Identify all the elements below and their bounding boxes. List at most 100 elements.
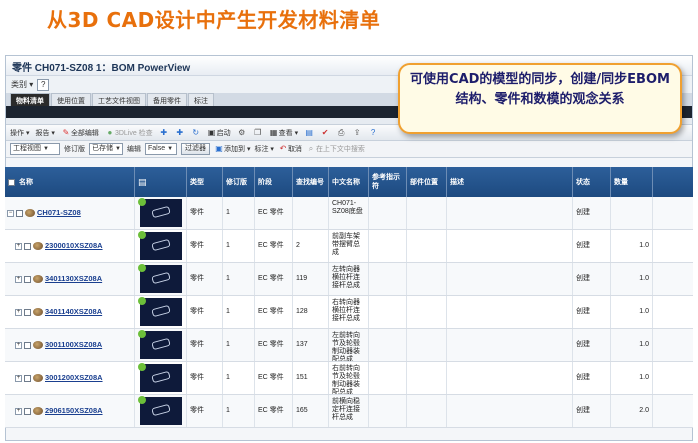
edit-select[interactable]: False ▼ <box>145 143 177 155</box>
chevron-down-icon: ▼ <box>167 146 174 152</box>
expand-icon[interactable]: + <box>15 341 22 349</box>
edit-all-button[interactable]: ✎ 全部编辑 <box>61 128 99 138</box>
col-thumb: ▤ <box>135 167 187 197</box>
slide-title: 从3D CAD设计中产生开发材料清单 <box>47 8 381 32</box>
part-icon <box>33 407 43 415</box>
mark-button[interactable]: 标注 ▾ <box>254 144 273 154</box>
cell-ref <box>369 296 407 328</box>
cell-location <box>407 230 447 262</box>
check-icon[interactable]: ✔ <box>320 128 330 138</box>
print-icon[interactable]: ⎙ <box>336 128 346 138</box>
cell-qty: 1.0 <box>611 362 653 394</box>
category-menu[interactable]: 类别 ▾ <box>11 79 33 90</box>
help-icon[interactable]: ? <box>37 78 50 91</box>
cell-version: 1 <box>223 296 255 328</box>
col-name[interactable]: 名称 <box>5 167 135 197</box>
cell-cn-name: 左转向器横拉杆连接杆总成 <box>329 263 369 295</box>
col-seq[interactable]: 查找编号 <box>293 167 329 197</box>
table-row[interactable]: + 2906150XSZ08A 零件 1 EC 零件 165 前横向稳定杆连接杆… <box>5 395 693 428</box>
grid-icon[interactable]: ▤ <box>304 128 314 138</box>
cell-status: 创建 <box>573 263 611 295</box>
expand-icon[interactable]: + <box>15 374 22 382</box>
col-type[interactable]: 类型 <box>187 167 223 197</box>
view-select[interactable]: 工程视图 ▼ <box>10 143 60 155</box>
table-row[interactable]: + 3401140XSZ08A 零件 1 EC 零件 128 右转向器横拉杆连接… <box>5 296 693 329</box>
report-menu[interactable]: 报告 ▾ <box>35 128 54 138</box>
table-row[interactable]: + 2300010XSZ08A 零件 1 EC 零件 2 前副车架带摆臂总成 创… <box>5 230 693 263</box>
unmark-button[interactable]: ↶ 取消 <box>278 144 302 154</box>
cell-status: 创建 <box>573 395 611 427</box>
col-version[interactable]: 修订版 <box>223 167 255 197</box>
cell-desc <box>447 329 573 361</box>
table-row[interactable]: + 3401130XSZ08A 零件 1 EC 零件 119 左转向器横拉杆连接… <box>5 263 693 296</box>
select-all-checkbox[interactable] <box>8 178 15 186</box>
expand-icon[interactable]: + <box>15 242 22 250</box>
add-to-button[interactable]: ▣添加到 ▾ <box>214 144 250 154</box>
part-name-link[interactable]: 3401130XSZ08A <box>45 275 102 283</box>
tab-where-used[interactable]: 使用位置 <box>51 93 91 106</box>
status-check-icon <box>138 330 146 338</box>
tab-process-view[interactable]: 工艺文件视图 <box>92 93 146 106</box>
context-search-button[interactable]: ⌕ 在上下文中搜索 <box>306 144 365 154</box>
cell-status: 创建 <box>573 230 611 262</box>
cell-status: 创建 <box>573 329 611 361</box>
row-checkbox[interactable] <box>24 374 31 382</box>
part-name-link[interactable]: 2906150XSZ08A <box>45 407 103 415</box>
cell-stage: EC 零件 <box>255 263 293 295</box>
col-status[interactable]: 状态 <box>573 167 611 197</box>
table-row[interactable]: + 3001100XSZ08A 零件 1 EC 零件 137 左前转向节及轮毂制… <box>5 329 693 362</box>
part-name-link[interactable]: 3001100XSZ08A <box>45 341 102 349</box>
cell-seq: 2 <box>293 230 329 262</box>
export-icon[interactable]: ⇪ <box>352 128 362 138</box>
cell-ref <box>369 197 407 229</box>
help-toolbar-icon[interactable]: ? <box>368 128 378 138</box>
col-stage[interactable]: 阶段 <box>255 167 293 197</box>
ops-menu[interactable]: 操作 ▾ <box>10 128 29 138</box>
filter-button[interactable]: 过滤器 <box>181 143 210 155</box>
row-checkbox[interactable] <box>24 407 31 415</box>
cell-desc <box>447 296 573 328</box>
cell-location <box>407 329 447 361</box>
cell-cn-name: CH071-SZ08底盘 <box>329 197 369 229</box>
part-name-link[interactable]: CH071-SZ08 <box>37 209 81 217</box>
col-ref[interactable]: 参考指示符 <box>369 167 407 197</box>
rev-select[interactable]: 已存储 ▼ <box>89 143 123 155</box>
tab-spare-parts[interactable]: 备用零件 <box>147 93 187 106</box>
cell-type: 零件 <box>187 230 223 262</box>
expand-icon[interactable]: + <box>15 308 22 316</box>
row-checkbox[interactable] <box>24 275 31 283</box>
part-name-link[interactable]: 2300010XSZ08A <box>45 242 103 250</box>
tab-bom[interactable]: 物料清单 <box>10 93 50 106</box>
cell-ref <box>369 362 407 394</box>
col-cn-name[interactable]: 中文名称 <box>329 167 369 197</box>
row-checkbox[interactable] <box>24 341 31 349</box>
cell-type: 零件 <box>187 197 223 229</box>
table-row[interactable]: − CH071-SZ08 零件 1 EC 零件 CH071-SZ08底盘 创建 <box>5 197 693 230</box>
col-desc[interactable]: 描述 <box>447 167 573 197</box>
refresh-icon[interactable]: ↻ <box>191 128 201 138</box>
launch-icon: ▣ <box>207 127 216 137</box>
copy-icon[interactable]: ❐ <box>253 128 263 138</box>
expand-icon[interactable]: ✚ <box>159 128 169 138</box>
cell-type: 零件 <box>187 395 223 427</box>
cell-desc <box>447 263 573 295</box>
launch-button[interactable]: ▣启动 <box>207 128 231 138</box>
expand-icon[interactable]: + <box>15 275 22 283</box>
col-location[interactable]: 部件位置 <box>407 167 447 197</box>
cell-qty: 1.0 <box>611 296 653 328</box>
table-row[interactable]: + 3001200XSZ08A 零件 1 EC 零件 151 右前转向节及轮毂制… <box>5 362 693 395</box>
collapse-icon[interactable]: − <box>7 209 14 217</box>
expand-icon[interactable]: + <box>15 407 22 415</box>
row-checkbox[interactable] <box>24 242 31 250</box>
row-checkbox[interactable] <box>24 308 31 316</box>
collapse-icon[interactable]: ✚ <box>175 128 185 138</box>
part-name-link[interactable]: 3401140XSZ08A <box>45 308 102 316</box>
col-qty[interactable]: 数量 <box>611 167 653 197</box>
cell-seq: 165 <box>293 395 329 427</box>
row-checkbox[interactable] <box>16 209 23 217</box>
tab-markup[interactable]: 标注 <box>188 93 214 106</box>
structure-icon[interactable]: ⚙ <box>237 128 247 138</box>
part-name-link[interactable]: 3001200XSZ08A <box>45 374 103 382</box>
view-menu[interactable]: ▦查看 ▾ <box>269 128 298 138</box>
3dlive-button[interactable]: ● 3DLive 检查 <box>105 128 153 138</box>
